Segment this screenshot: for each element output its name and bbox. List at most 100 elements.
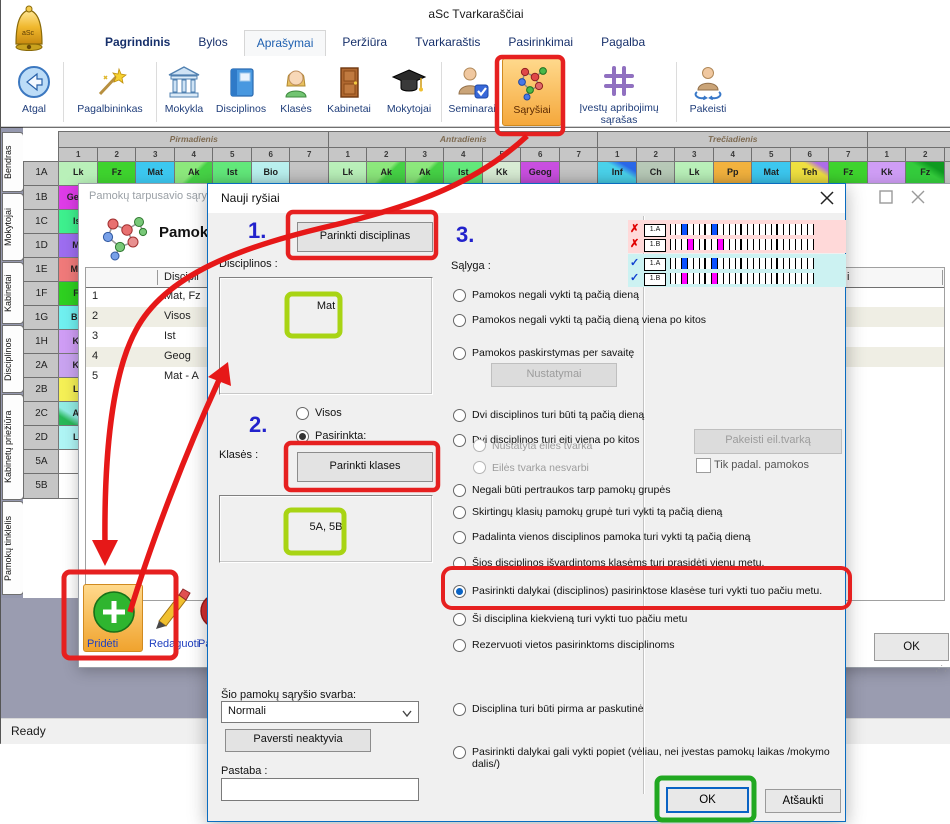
radio-icon <box>453 347 466 360</box>
deactivate-button[interactable]: Paversti neaktyvia <box>225 729 371 752</box>
checkbox-label[interactable]: Tik padal. pamokos <box>714 459 809 471</box>
option-label: Skirtingų klasių pamokų grupė turi vykti… <box>472 506 723 518</box>
condition-option-13[interactable]: Pasirinkti dalykai gali vykti popiet (vė… <box>453 746 840 770</box>
option-label: Rezervuoti vietos pasirinktoms disciplin… <box>472 639 675 651</box>
row-label: 5B <box>23 473 60 499</box>
radio-selected-classes[interactable]: Pasirinkta: <box>296 430 366 443</box>
class-tag: 1.B <box>644 239 666 252</box>
row-label: 1D <box>23 233 60 259</box>
select-classes-button[interactable]: Parinkti klases <box>297 452 433 482</box>
radio-icon <box>453 289 466 302</box>
chevron-down-icon <box>402 710 412 717</box>
option-label: Pamokos paskirstymas per savaitę <box>472 347 635 359</box>
row-discipline: Ist <box>164 330 176 342</box>
maximize-icon[interactable] <box>875 188 897 206</box>
condition-example-graphic: ✗ 1.A ✗ 1.B ✓ 1.A ✓ 1.B <box>628 220 846 288</box>
class-tag: 1.A <box>644 258 666 271</box>
option-label: Pasirinkti dalykai (disciplinos) pasirin… <box>472 585 823 597</box>
radio-label: Nustatyta eilės tvarka <box>492 439 593 452</box>
edit-button-label[interactable]: Redaguoti <box>149 638 199 650</box>
condition-row: ✗ 1.A <box>628 223 846 237</box>
condition-option-2[interactable]: Pamokos paskirstymas per savaitę <box>453 347 634 360</box>
option-label: Disciplina turi būti pirma ar paskutinė <box>472 703 644 715</box>
condition-option-6[interactable]: Skirtingų klasių pamokų grupė turi vykti… <box>453 506 722 519</box>
condition-row: ✓ 1.A <box>628 257 846 271</box>
row-number: 5 <box>92 370 99 382</box>
condition-option-7[interactable]: Padalinta vienos disciplinos pamoka turi… <box>453 531 750 544</box>
close-icon[interactable] <box>816 190 838 208</box>
condition-option-11[interactable]: Rezervuoti vietos pasirinktoms disciplin… <box>453 639 675 652</box>
cross-mark-icon: ✗ <box>630 223 640 235</box>
row-number: 1 <box>92 290 99 302</box>
row-discipline: Mat - A <box>164 370 199 382</box>
note-input[interactable] <box>221 778 419 801</box>
condition-option-8[interactable]: Šios disciplinos išvardintoms klasėms tu… <box>453 557 764 570</box>
condition-option-3[interactable]: Dvi disciplinos turi būti tą pačią dieną <box>453 409 644 422</box>
row-label: 2A <box>23 353 60 379</box>
option-label: Dvi disciplinos turi būti tą pačią dieną <box>472 409 645 421</box>
period-strip <box>670 239 814 250</box>
new-relation-dialog: Nauji ryšiai 1. Parinkti disciplinas Dis… <box>207 183 846 822</box>
condition-option-5[interactable]: Negali būti pertraukos tarp pamokų grupė… <box>453 484 670 497</box>
option-label: Pasirinkti dalykai gali vykti popiet (vė… <box>472 746 830 770</box>
condition-row: ✗ 1.B <box>628 238 846 252</box>
row-label: 1A <box>23 161 60 186</box>
dialog-title: Nauji ryšiai <box>221 191 280 205</box>
row-label: 1F <box>23 281 60 307</box>
checkbox-icon[interactable] <box>696 458 711 473</box>
radio-icon <box>453 434 466 447</box>
row-label: 1C <box>23 209 60 235</box>
option-label: Pamokos negali vykti tą pačią dieną vien… <box>472 314 707 326</box>
condition-label: Sąlyga : <box>451 260 491 272</box>
radio-icon <box>453 613 466 626</box>
row-number: 4 <box>92 350 99 362</box>
close-icon[interactable] <box>907 188 929 206</box>
change-order-button[interactable]: Pakeisti eil.tvarką <box>694 429 842 454</box>
radio-icon <box>473 461 486 474</box>
step-1-label: 1. <box>248 218 267 243</box>
condition-option-1[interactable]: Pamokos negali vykti tą pačią dieną vien… <box>453 314 706 327</box>
radio-order-irrelevant[interactable]: Eilės tvarka nesvarbi <box>473 461 589 474</box>
radio-icon-selected <box>296 430 309 443</box>
select-disciplines-button[interactable]: Parinkti disciplinas <box>297 222 433 252</box>
check-mark-icon: ✓ <box>630 272 640 284</box>
plus-icon <box>93 591 135 633</box>
condition-row: ✓ 1.B <box>628 272 846 286</box>
step-3-label: 3. <box>456 222 475 247</box>
edit-pencil-icon[interactable] <box>151 585 193 631</box>
period-strip <box>670 224 814 235</box>
ok-button[interactable]: OK <box>666 787 749 813</box>
radio-icon <box>453 703 466 716</box>
screenshot-stage: aSc Tvarkaraščiai aSc Pagrindinis Bylos Ap… <box>0 0 950 824</box>
radio-icon <box>453 506 466 519</box>
row-discipline: Geog <box>164 350 191 362</box>
radio-set-order[interactable]: Nustatyta eilės tvarka <box>473 439 592 452</box>
note-label: Pastaba : <box>221 765 268 777</box>
radio-icon <box>453 314 466 327</box>
period-strip <box>670 258 814 269</box>
radio-icon <box>453 409 466 422</box>
add-button-label[interactable]: Pridėti <box>87 638 118 650</box>
cross-mark-icon: ✗ <box>630 238 640 250</box>
resize-grip[interactable]: ⋰⋰ <box>935 664 950 673</box>
option-label: Šios disciplinos išvardintoms klasėms tu… <box>472 557 765 569</box>
condition-option-12[interactable]: Disciplina turi būti pirma ar paskutinė <box>453 703 644 716</box>
ok-button[interactable]: OK <box>874 633 949 661</box>
check-mark-icon: ✓ <box>630 257 640 269</box>
condition-option-0[interactable]: Pamokos negali vykti tą pačią dieną <box>453 289 639 302</box>
radio-label: Pasirinkta: <box>315 430 367 442</box>
option-label: Pamokos negali vykti tą pačią dieną <box>472 289 639 301</box>
row-number: 3 <box>92 330 99 342</box>
condition-option-10[interactable]: Ši disciplina kiekvieną turi vykti tuo p… <box>453 613 687 626</box>
disciplines-box: Mat <box>219 277 433 395</box>
importance-select[interactable]: Normali <box>221 701 419 723</box>
row-discipline: Visos <box>164 310 191 322</box>
importance-label: Šio pamokų sąryšio svarba: <box>221 689 357 701</box>
radio-icon <box>453 484 466 497</box>
radio-all-classes[interactable]: Visos <box>296 407 342 420</box>
class-tag: 1.A <box>644 224 666 237</box>
condition-option-9[interactable]: Pasirinkti dalykai (disciplinos) pasirin… <box>453 585 822 598</box>
settings-button[interactable]: Nustatymai <box>491 363 617 387</box>
cancel-button[interactable]: Atšaukti <box>765 789 841 813</box>
classes-box: 5A, 5B <box>219 495 433 563</box>
